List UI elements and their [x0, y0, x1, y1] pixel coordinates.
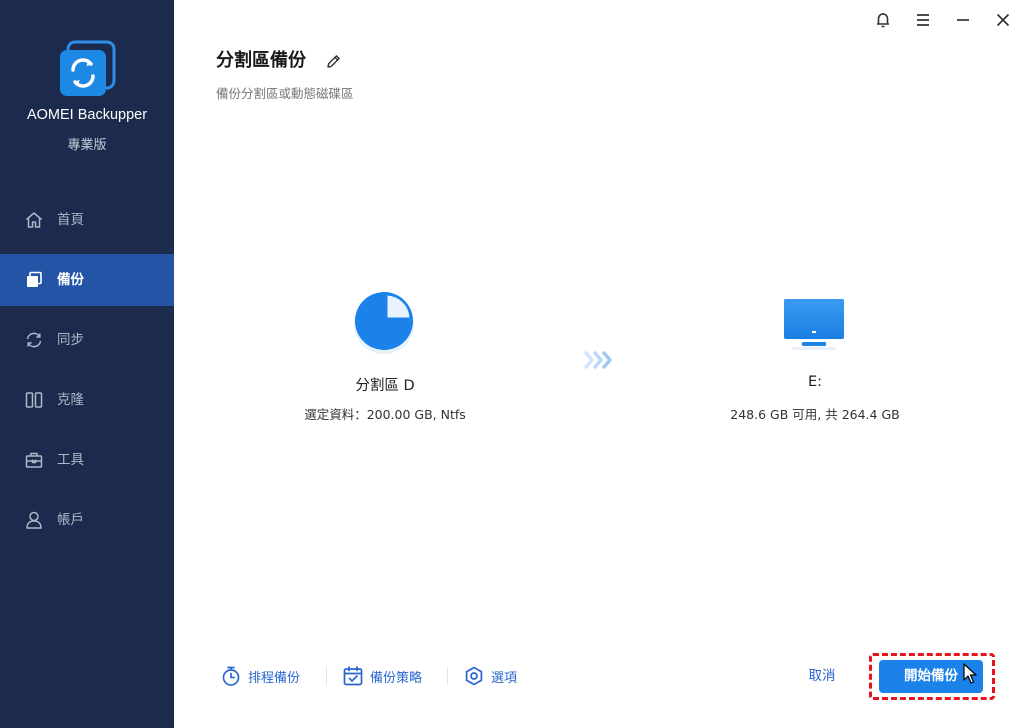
sidebar-item-label: 工具: [57, 452, 84, 468]
sidebar-item-backup[interactable]: 備份: [0, 254, 174, 306]
page-title: 分割區備份: [216, 50, 306, 71]
source-name: 分割區 D: [355, 378, 415, 394]
partition-pie-icon: [354, 292, 414, 354]
minimize-icon[interactable]: [951, 8, 975, 32]
sidebar-item-label: 首頁: [57, 212, 84, 228]
source-info: 選定資料：200.00 GB, Ntfs: [304, 407, 466, 422]
direction-arrows-icon: [584, 351, 612, 369]
sidebar-item-home[interactable]: 首頁: [0, 194, 174, 246]
clone-icon: [25, 392, 43, 408]
sidebar-item-clone[interactable]: 克隆: [0, 374, 174, 426]
options-button[interactable]: 選項: [463, 664, 517, 688]
app-name: AOMEI Backupper: [26, 107, 148, 123]
aomei-logo-icon: [60, 40, 116, 96]
schedule-backup-button[interactable]: 排程備份: [220, 664, 300, 688]
sync-icon: [26, 332, 42, 348]
sidebar-item-label: 克隆: [57, 392, 84, 408]
sidebar-item-sync[interactable]: 同步: [0, 314, 174, 366]
sidebar-item-account[interactable]: 帳戶: [0, 494, 174, 546]
user-icon: [26, 511, 42, 529]
mouse-cursor-icon: [963, 663, 977, 684]
divider: [326, 667, 327, 685]
sidebar-item-tools[interactable]: 工具: [0, 434, 174, 486]
backup-icon: [27, 271, 42, 287]
toolbox-icon: [25, 452, 43, 468]
sidebar: AOMEI Backupper 專業版 首頁 備份 同步 克隆 工具 帳戶: [0, 0, 174, 728]
hexagon-gear-icon: [465, 666, 483, 686]
app-edition: 專業版: [67, 138, 107, 153]
options-label: 選項: [491, 670, 518, 686]
stopwatch-icon: [222, 666, 240, 686]
sidebar-item-label: 帳戶: [57, 512, 84, 528]
close-icon[interactable]: [991, 8, 1015, 32]
cancel-button[interactable]: 取消: [800, 664, 844, 688]
schedule-backup-label: 排程備份: [248, 670, 301, 686]
divider: [447, 667, 448, 685]
edit-pencil-icon[interactable]: [325, 53, 342, 70]
sidebar-item-label: 備份: [57, 272, 84, 288]
destination-name: E:: [807, 374, 823, 390]
backup-scheme-button[interactable]: 備份策略: [342, 664, 422, 688]
menu-icon[interactable]: [911, 8, 935, 32]
monitor-icon: [784, 299, 844, 350]
destination-info: 248.6 GB 可用, 共 264.4 GB: [730, 407, 900, 422]
calendar-check-icon: [343, 666, 363, 686]
sidebar-item-label: 同步: [57, 332, 84, 348]
page-subtitle: 備份分割區或動態磁碟區: [216, 86, 354, 101]
home-icon: [26, 212, 42, 228]
backup-scheme-label: 備份策略: [370, 670, 423, 686]
bell-icon[interactable]: [871, 8, 895, 32]
